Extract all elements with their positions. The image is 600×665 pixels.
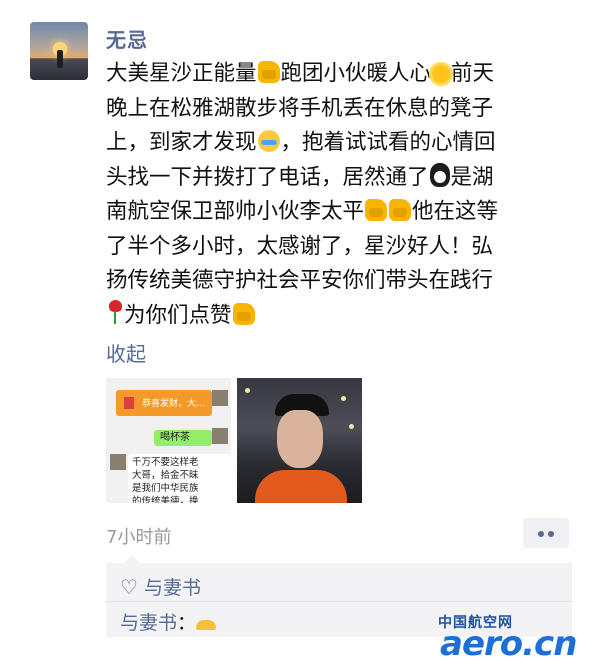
post-line-4: 头找一下并拨打了电话，居然通了 是湖: [106, 162, 494, 190]
chat-avatar: [212, 428, 228, 444]
post-timestamp: 7小时前: [106, 527, 172, 548]
chat-avatar: [212, 390, 228, 406]
post-line-5: 南航空保卫部帅小伙李太平 他在这等: [106, 199, 499, 224]
penguin-icon: [429, 162, 450, 187]
thumbs-up-icon: [389, 199, 412, 221]
liker-name[interactable]: 与妻书: [144, 577, 201, 599]
post-line-1: 大美星沙正能量 跑团小伙暖人心 前天: [106, 61, 495, 86]
watermark-en: aero.cn: [440, 624, 577, 664]
collapse-link[interactable]: 收起: [106, 338, 146, 367]
rose-icon: [107, 299, 123, 325]
chat-message-bubble: 千万不要这样老 大哥，拾金不昧 是我们中华民族 的传统美德，换: [128, 454, 231, 503]
hand-emoji-icon: [196, 616, 217, 630]
more-actions-button[interactable]: [523, 518, 569, 548]
street-light: [245, 388, 250, 393]
heart-icon: ♡: [120, 575, 138, 599]
post-body: 大美星沙正能量 跑团小伙暖人心 前天 晚上在松雅湖散步将手机丢在休息的凳子 上，到家…: [106, 57, 586, 333]
post-line-3: 上，到家才发现 ，抱着试试看的心情回: [106, 130, 496, 155]
shirt: [255, 470, 347, 503]
comment-separator: ：: [177, 612, 197, 634]
watermark: 中国航空网 aero.cn: [438, 612, 598, 664]
comment-author[interactable]: 与妻书: [120, 612, 177, 634]
more-dot-icon: [538, 531, 544, 537]
likes-row: ♡ 与妻书: [120, 573, 201, 600]
author-name[interactable]: 无忌: [106, 24, 148, 53]
author-avatar[interactable]: [30, 22, 88, 80]
face: [277, 410, 323, 468]
comment-row[interactable]: 与妻书：: [120, 608, 217, 635]
divider: [106, 601, 572, 602]
post-line-8: 为你们点赞: [106, 299, 586, 334]
post-line-2: 晚上在松雅湖散步将手机丢在休息的凳子: [106, 95, 494, 121]
post-line-7: 扬传统美德守护社会平安你们带头在践行: [106, 268, 494, 293]
thumbs-up-icon: [232, 302, 255, 325]
red-packet: 恭喜发财，大…: [116, 390, 212, 416]
crying-laughing-icon: [257, 130, 280, 152]
thumbs-up-icon: [257, 61, 280, 83]
sun-icon: [432, 65, 451, 83]
photo-chat-screenshot[interactable]: 恭喜发财，大… 喝杯茶 千万不要这样老 大哥，拾金不昧 是我们中华民族 的传统美…: [106, 378, 231, 503]
red-packet-icon: [124, 397, 134, 409]
post-line-6: 了半个多小时，太感谢了，星沙好人！弘: [106, 233, 494, 259]
chat-reply-bubble: 喝杯茶: [154, 430, 212, 446]
more-dot-icon: [548, 531, 554, 537]
thumbs-up-icon: [365, 199, 388, 221]
photo-selfie[interactable]: [237, 378, 362, 503]
chat-avatar: [110, 454, 126, 470]
street-light: [341, 396, 346, 401]
avatar-figure: [57, 50, 63, 68]
street-light: [349, 424, 354, 429]
